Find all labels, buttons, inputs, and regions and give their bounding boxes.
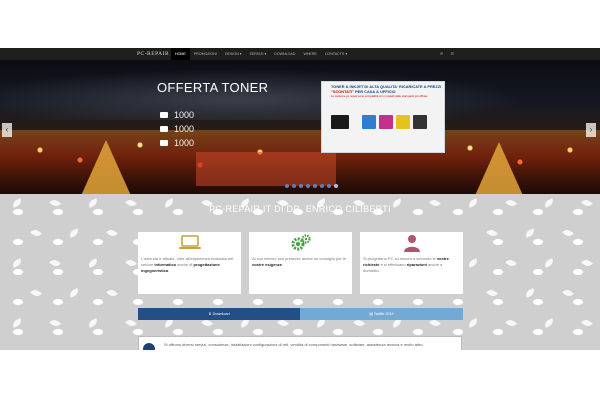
promo-subtitle: Le cartucce pc-repair sono compatibili c…: [331, 94, 428, 98]
card-text: Al suo interno son presente anche un con…: [252, 256, 349, 268]
nav-menu: HOME PROMOZIONI DESIGN ▾ SERVIZI ▾ DOWNL…: [171, 48, 351, 60]
card-text-bold: vostre esigenze: [252, 262, 283, 267]
ink-cartridge-cyan: [362, 115, 376, 129]
slide-line: 1000: [160, 122, 194, 136]
slider-dot[interactable]: [299, 184, 303, 188]
card-text-part: Si progettano PC su misura a secondo le: [363, 256, 437, 261]
slide-background: [0, 60, 600, 120]
mail-icon[interactable]: ✉: [440, 48, 443, 60]
toner-cartridge-image: [331, 115, 349, 129]
bottom-area: [0, 350, 600, 400]
menu-icon[interactable]: ☰: [450, 48, 454, 60]
ink-cartridge-magenta: [379, 115, 393, 129]
slider-dot[interactable]: [327, 184, 331, 188]
nav-item-home[interactable]: HOME: [171, 48, 190, 60]
slider-dot[interactable]: [292, 184, 296, 188]
feature-card-consulting: Al suo interno son presente anche un con…: [249, 232, 352, 294]
card-text-part: Al suo interno son presente anche un con…: [252, 256, 347, 261]
slide-line: 1000: [160, 136, 194, 150]
slider-dot-active[interactable]: [334, 184, 338, 188]
feature-card-experience: L'azienda è attuale, oltre all'esperienz…: [138, 232, 241, 294]
ink-cartridge-yellow: [396, 115, 410, 129]
card-text: L'azienda è attuale, oltre all'esperienz…: [141, 256, 238, 274]
slide-line-text: 1000: [174, 124, 195, 134]
slide-line: 1000: [160, 108, 194, 122]
brand-logo[interactable]: PC-REPAIR: [137, 48, 169, 60]
card-text: Si progettano PC su misura a secondo le …: [363, 256, 460, 274]
slider-dot[interactable]: [320, 184, 324, 188]
nav-item-contacts[interactable]: CONTACTS ▾: [321, 48, 351, 60]
navbar: PC-REPAIR HOME PROMOZIONI DESIGN ▾ SERVI…: [0, 48, 600, 60]
christmas-tree-right: [473, 142, 525, 194]
feature-card-custom-pc: Si progettano PC su misura a secondo le …: [360, 232, 463, 294]
slide-title: OFFERTA TONER: [157, 80, 269, 95]
download-label: Download: [212, 312, 230, 316]
bullet-icon: [160, 112, 168, 118]
bullet-icon: [160, 126, 168, 132]
christmas-tree-left: [80, 140, 132, 194]
nav-right-icons: ✉ ☰: [440, 48, 454, 60]
slider-dots: [285, 184, 338, 188]
user-icon: [404, 235, 420, 252]
download-button[interactable]: ⬇ Download: [138, 308, 300, 320]
nav-item-design[interactable]: DESIGN ▾: [221, 48, 246, 60]
page: PC-REPAIR HOME PROMOZIONI DESIGN ▾ SERVI…: [0, 0, 600, 400]
ink-cartridge-black: [413, 115, 427, 129]
slider-dot[interactable]: [313, 184, 317, 188]
card-text-part: .: [282, 262, 284, 267]
gears-icon: [291, 234, 311, 251]
nav-item-download[interactable]: DOWNLOAD: [270, 48, 299, 60]
card-text-bold: riparazioni: [406, 262, 427, 267]
slider-next-arrow[interactable]: ›: [586, 123, 596, 137]
slide-line-text: 1000: [174, 110, 195, 120]
slider-prev-arrow[interactable]: ‹: [2, 123, 12, 137]
card-text-part: anche di: [176, 262, 194, 267]
nav-item-where[interactable]: WHERE: [299, 48, 320, 60]
nav-item-servizi[interactable]: SERVIZI ▾: [246, 48, 271, 60]
top-strip: [0, 0, 600, 48]
slider-dot[interactable]: [306, 184, 310, 188]
nav-item-promozioni[interactable]: PROMOZIONI: [190, 48, 221, 60]
slide-line-text: 1000: [174, 138, 195, 148]
promo-title: TONER & INKJET DI ALTA QUALITA' RICARICA…: [331, 84, 443, 94]
slide-lines: 1000 1000 1000: [160, 108, 194, 150]
promo-banner[interactable]: TONER & INKJET DI ALTA QUALITA' RICARICA…: [321, 81, 445, 153]
card-text-bold: informatico: [154, 262, 177, 267]
info-text: Si offrono diversi servizi, consulenze, …: [164, 342, 424, 347]
card-text-part: .: [168, 268, 170, 273]
laptop-icon: [179, 235, 201, 249]
tariffe-button[interactable]: ▤ Tariffe 2014: [300, 308, 463, 320]
tariffe-label: Tariffe 2014: [373, 312, 394, 316]
site-title: PC-REPAIR.IT DI DR. ENRICO CILIBERTI: [209, 204, 391, 214]
bullet-icon: [160, 140, 168, 146]
card-text-part: e si effettuano: [379, 262, 407, 267]
hero-slider: [0, 60, 600, 194]
slide-building: [196, 152, 336, 186]
slider-dot[interactable]: [285, 184, 289, 188]
